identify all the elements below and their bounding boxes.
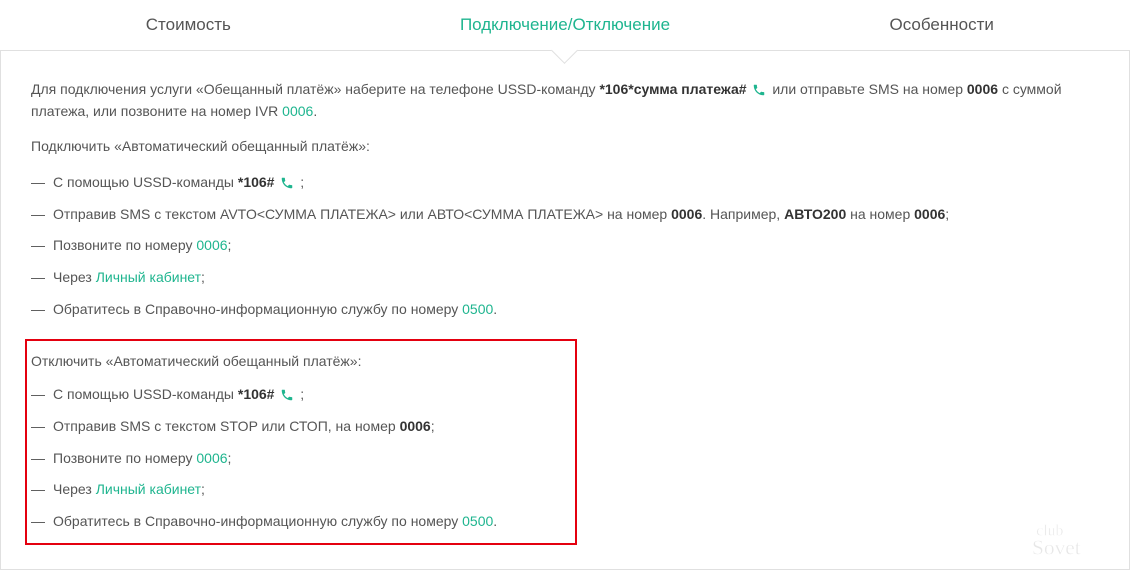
item-text: Обратитесь в Справочно-информационную сл…: [53, 301, 462, 317]
list-item: Позвоните по номеру 0006;: [31, 235, 1099, 257]
item-text: ;: [431, 418, 435, 434]
tab-features[interactable]: Особенности: [753, 0, 1130, 50]
item-text: на номер: [846, 206, 914, 222]
disconnect-title: Отключить «Автоматический обещанный плат…: [31, 351, 571, 373]
intro-paragraph: Для подключения услуги «Обещанный платёж…: [31, 79, 1099, 122]
list-item: Позвоните по номеру 0006;: [31, 448, 571, 470]
phone-link[interactable]: 0006: [196, 450, 227, 466]
item-text: Позвоните по номеру: [53, 237, 196, 253]
item-text: ;: [300, 386, 304, 402]
highlighted-box: Отключить «Автоматический обещанный плат…: [25, 339, 577, 545]
item-text: . Например,: [702, 206, 784, 222]
item-text: Отправив SMS с текстом STOP или СТОП, на…: [53, 418, 400, 434]
item-text: Через: [53, 269, 96, 285]
tabs-bar: Стоимость Подключение/Отключение Особенн…: [0, 0, 1130, 51]
intro-text: или отправьте SMS на номер: [772, 81, 967, 97]
sms-number: 0006: [400, 418, 431, 434]
phone-icon: [280, 176, 294, 190]
item-text: Через: [53, 481, 96, 497]
list-item: Через Личный кабинет;: [31, 267, 1099, 289]
watermark-logo: club Sovet: [1029, 520, 1115, 567]
list-item: С помощью USSD-команды *106# ;: [31, 384, 571, 406]
item-text: ;: [300, 174, 304, 190]
connect-list: С помощью USSD-команды *106# ; Отправив …: [31, 172, 1099, 320]
ivr-link[interactable]: 0006: [282, 103, 313, 119]
item-text: Позвоните по номеру: [53, 450, 196, 466]
item-text: Отправив SMS с текстом AVTO<СУММА ПЛАТЕЖ…: [53, 206, 671, 222]
item-text: ;: [201, 269, 205, 285]
ussd-code: *106*сумма платежа#: [599, 81, 746, 97]
support-link[interactable]: 0500: [462, 301, 493, 317]
list-item: Отправив SMS с текстом STOP или СТОП, на…: [31, 416, 571, 438]
item-text: .: [493, 513, 497, 529]
phone-icon: [752, 83, 766, 97]
intro-text: Для подключения услуги «Обещанный платёж…: [31, 81, 599, 97]
item-text: ;: [945, 206, 949, 222]
list-item: С помощью USSD-команды *106# ;: [31, 172, 1099, 194]
list-item: Отправив SMS с текстом AVTO<СУММА ПЛАТЕЖ…: [31, 204, 1099, 226]
item-text: С помощью USSD-команды: [53, 386, 238, 402]
phone-icon: [280, 388, 294, 402]
item-text: ;: [201, 481, 205, 497]
ussd-code: *106#: [238, 386, 275, 402]
list-item: Через Личный кабинет;: [31, 479, 571, 501]
tab-cost[interactable]: Стоимость: [0, 0, 377, 50]
account-link[interactable]: Личный кабинет: [96, 269, 201, 285]
item-text: С помощью USSD-команды: [53, 174, 238, 190]
sms-number: 0006: [671, 206, 702, 222]
list-item: Обратитесь в Справочно-информационную сл…: [31, 299, 1099, 321]
ussd-code: *106#: [238, 174, 275, 190]
content-panel: Для подключения услуги «Обещанный платёж…: [0, 51, 1130, 570]
item-text: ;: [228, 237, 232, 253]
support-link[interactable]: 0500: [462, 513, 493, 529]
connect-title: Подключить «Автоматический обещанный пла…: [31, 136, 1099, 158]
list-item: Обратитесь в Справочно-информационную сл…: [31, 511, 571, 533]
intro-text: .: [313, 103, 317, 119]
sms-number: 0006: [914, 206, 945, 222]
item-text: Обратитесь в Справочно-информационную сл…: [53, 513, 462, 529]
phone-link[interactable]: 0006: [196, 237, 227, 253]
sms-number: 0006: [967, 81, 998, 97]
disconnect-list: С помощью USSD-команды *106# ; Отправив …: [31, 384, 571, 532]
example-text: АВТО200: [784, 206, 846, 222]
item-text: ;: [228, 450, 232, 466]
account-link[interactable]: Личный кабинет: [96, 481, 201, 497]
svg-text:club: club: [1036, 523, 1063, 540]
item-text: .: [493, 301, 497, 317]
svg-text:Sovet: Sovet: [1032, 535, 1081, 559]
